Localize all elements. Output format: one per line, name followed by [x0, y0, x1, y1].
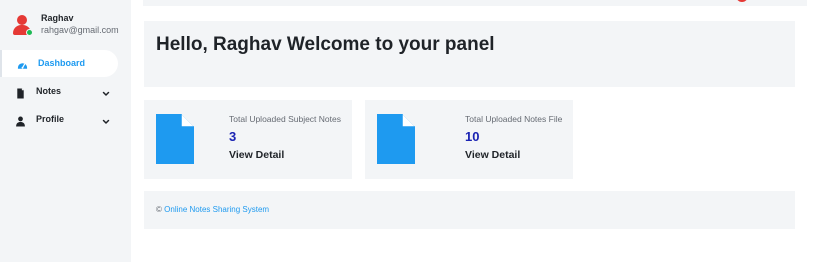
footer-copyright: © Online Notes Sharing System [156, 205, 269, 214]
copyright-symbol: © [156, 205, 162, 214]
sidebar-item-dashboard[interactable]: Dashboard [0, 50, 118, 77]
user-profile: Raghav rahgav@gmail.com [0, 0, 131, 46]
sidebar-item-profile[interactable]: Profile [0, 106, 131, 133]
sidebar-item-label: Profile [36, 114, 65, 124]
card-title: Total Uploaded Subject Notes [229, 114, 341, 124]
sidebar-item-notes[interactable]: Notes [0, 78, 131, 105]
top-bar [143, 0, 807, 6]
stat-card-subject-notes: Total Uploaded Subject Notes 3 View Deta… [144, 100, 352, 179]
chevron-down-icon[interactable] [101, 86, 111, 96]
document-icon [156, 114, 194, 164]
sidebar: Raghav rahgav@gmail.com Dashboard Notes [0, 0, 131, 262]
user-email: rahgav@gmail.com [41, 25, 119, 35]
avatar[interactable] [11, 14, 33, 36]
user-name: Raghav [41, 13, 74, 23]
stat-card-notes-file: Total Uploaded Notes File 10 View Detail [365, 100, 573, 179]
footer-site-link[interactable]: Online Notes Sharing System [164, 205, 269, 214]
dashboard-gauge-icon [17, 58, 28, 69]
user-icon [15, 114, 26, 127]
footer: © Online Notes Sharing System [144, 191, 795, 229]
card-count: 10 [465, 129, 480, 144]
online-status-indicator [26, 29, 33, 36]
sidebar-item-label: Dashboard [38, 58, 86, 68]
card-count: 3 [229, 129, 237, 144]
card-title: Total Uploaded Notes File [465, 114, 563, 124]
chevron-down-icon[interactable] [101, 114, 111, 124]
view-detail-link[interactable]: View Detail [465, 149, 520, 161]
document-icon [377, 114, 415, 164]
view-detail-link[interactable]: View Detail [229, 149, 284, 161]
welcome-panel: Hello, Raghav Welcome to your panel [144, 21, 795, 87]
page-title: Hello, Raghav Welcome to your panel [156, 34, 495, 55]
file-icon [15, 86, 26, 99]
sidebar-item-label: Notes [36, 86, 62, 96]
